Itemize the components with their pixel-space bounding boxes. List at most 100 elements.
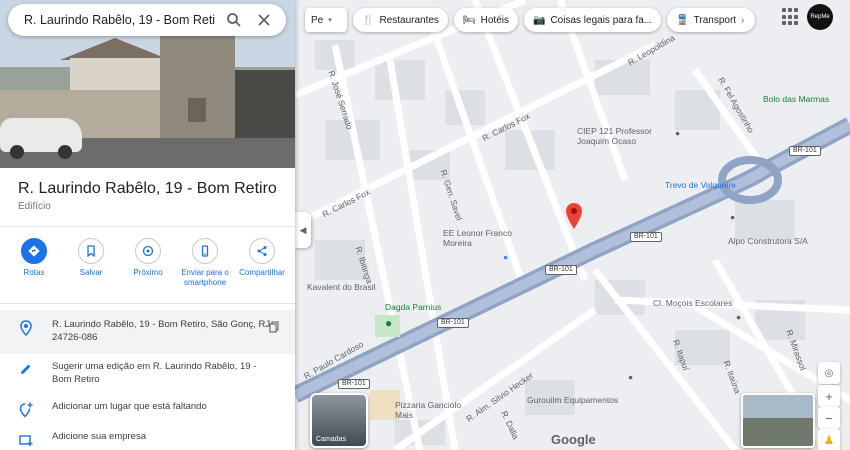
suggest-edit-text: Sugerir uma edição em R. Laurindo Rabêlo… <box>52 361 257 385</box>
add-business-text: Adicione sua empresa <box>52 431 146 442</box>
poi-label[interactable]: Dagda Parnius <box>385 302 441 312</box>
add-business-icon <box>0 430 52 446</box>
fork-knife-icon: 🍴 <box>362 14 375 26</box>
pencil-icon <box>0 360 52 376</box>
shop-icon[interactable]: ● <box>628 372 633 382</box>
poi-label[interactable]: Trevo de Valqueire <box>665 180 755 190</box>
save-label: Salvar <box>79 268 103 277</box>
train-icon: 🚆 <box>676 14 689 26</box>
camera-icon: 📷 <box>533 14 546 26</box>
place-category: Edifício <box>18 201 51 212</box>
layers-button[interactable]: Camadas <box>310 393 368 448</box>
poi-label[interactable]: CIEP 121 Professor Joaquim Ocaso <box>577 126 672 146</box>
poi-label[interactable]: Cl. Moçois Escolares <box>653 298 732 308</box>
share-label: Compartilhar <box>239 268 285 277</box>
directions-button[interactable]: Rotas <box>8 238 60 288</box>
photo-roof <box>60 38 170 60</box>
my-location-button[interactable]: ◎ <box>818 362 840 384</box>
road-shield: BR-101 <box>630 232 662 242</box>
chip-transport[interactable]: 🚆 Transport › <box>667 8 756 32</box>
close-icon[interactable] <box>252 8 276 32</box>
photo-car-wheel <box>58 145 72 159</box>
collapse-panel-button[interactable]: ◀ <box>295 212 311 248</box>
pegman-icon: ♟ <box>823 433 835 447</box>
road-shield: BR-101 <box>789 146 821 156</box>
photo-car <box>0 118 82 159</box>
share-button[interactable]: Compartilhar <box>236 238 288 288</box>
add-place-row[interactable]: Adicionar um lugar que está faltando <box>0 400 295 418</box>
chip-transport-label: Transport <box>693 14 737 26</box>
pegman-button[interactable]: ♟ <box>818 429 840 450</box>
divider <box>0 226 295 227</box>
poi-icon[interactable]: ● <box>736 312 741 322</box>
send-to-phone-label: Enviar para o smartphone <box>181 268 229 287</box>
chip-hotels-label: Hotéis <box>480 14 509 26</box>
nearby-icon <box>135 238 161 264</box>
street-view-thumbnail[interactable] <box>741 393 815 448</box>
poi-label[interactable]: Pizzaria Ganciolo Mais <box>395 400 465 420</box>
bookmark-icon <box>78 238 104 264</box>
chevron-right-icon[interactable]: › <box>741 15 744 26</box>
address-text: R. Laurindo Rabêlo, 19 - Bom Retiro, São… <box>52 319 273 343</box>
road-shield: BR-101 <box>437 318 469 328</box>
divider <box>0 303 295 304</box>
directions-icon <box>21 238 47 264</box>
directions-label: Rotas <box>23 268 45 277</box>
save-button[interactable]: Salvar <box>65 238 117 288</box>
school-icon[interactable]: ● <box>675 128 680 138</box>
search-icon[interactable] <box>222 8 246 32</box>
place-panel: R. Laurindo Rabêlo, 19 - Bom Retiro R. L… <box>0 0 295 450</box>
chip-things-to-do-label: Coisas legais para fa... <box>550 14 653 26</box>
share-icon <box>249 238 275 264</box>
business-icon[interactable]: ● <box>730 212 735 222</box>
chip-filter-label: Pe <box>311 14 324 26</box>
road-shield: BR-101 <box>338 379 370 389</box>
crosshair-icon: ◎ <box>824 367 834 379</box>
account-avatar[interactable]: RepMe <box>807 4 833 30</box>
zoom-out-button[interactable]: − <box>818 407 840 429</box>
chevron-left-icon: ◀ <box>299 224 307 235</box>
action-bar: Rotas Salvar Próximo Enviar para o smart… <box>8 238 288 288</box>
layers-label: Camadas <box>316 436 346 443</box>
chip-restaurants-label: Restaurantes <box>379 14 439 26</box>
zoom-in-button[interactable]: + <box>818 385 840 407</box>
suggest-edit-row[interactable]: Sugerir uma edição em R. Laurindo Rabêlo… <box>0 360 295 386</box>
chip-hotels[interactable]: 🛏 Hotéis <box>453 8 518 32</box>
add-location-icon <box>0 400 52 418</box>
chip-filter[interactable]: Pe ▾ <box>305 8 347 32</box>
poi-label[interactable]: Kavalent do Brasil <box>307 282 376 292</box>
send-to-phone-icon <box>192 238 218 264</box>
chip-things-to-do[interactable]: 📷 Coisas legais para fa... <box>524 8 662 32</box>
add-business-row[interactable]: Adicione sua empresa <box>0 430 295 446</box>
minus-icon: − <box>825 410 833 426</box>
place-title: R. Laurindo Rabêlo, 19 - Bom Retiro <box>18 180 277 197</box>
chevron-down-icon: ▾ <box>328 17 332 24</box>
poi-label[interactable]: Gurouilm Equipamentos <box>527 395 618 405</box>
category-chips: Pe ▾ 🍴 Restaurantes 🛏 Hotéis 📷 Coisas le… <box>305 8 756 32</box>
poi-label[interactable]: Bolo das Marmas <box>763 94 829 104</box>
google-logo: Google <box>551 432 596 447</box>
location-pin-icon <box>0 318 52 336</box>
photo-gate <box>235 70 295 140</box>
copy-icon[interactable] <box>269 320 279 338</box>
chip-restaurants[interactable]: 🍴 Restaurantes <box>353 8 448 32</box>
nearby-button[interactable]: Próximo <box>122 238 174 288</box>
photo-door <box>188 98 206 122</box>
poi-label[interactable]: EE Leonor Franco Moreira <box>443 228 513 248</box>
apps-grid-icon[interactable] <box>782 8 800 26</box>
search-box[interactable]: R. Laurindo Rabêlo, 19 - Bom Retiro <box>8 4 286 36</box>
poi-label[interactable]: Alpo Construtora S/A <box>728 236 808 246</box>
search-input[interactable]: R. Laurindo Rabêlo, 19 - Bom Retiro <box>24 13 216 27</box>
address-row[interactable]: R. Laurindo Rabêlo, 19 - Bom Retiro, São… <box>0 310 295 354</box>
park-icon[interactable]: ● <box>385 316 392 330</box>
photo-building <box>160 36 235 142</box>
photo-car-wheel <box>10 145 24 159</box>
bed-icon: 🛏 <box>462 14 476 26</box>
plus-icon: + <box>825 388 833 404</box>
road-shield: BR-101 <box>545 265 577 275</box>
map-canvas[interactable]: Pe ▾ 🍴 Restaurantes 🛏 Hotéis 📷 Coisas le… <box>295 0 850 450</box>
school-icon[interactable]: ● <box>503 252 508 262</box>
send-to-phone-button[interactable]: Enviar para o smartphone <box>179 238 231 288</box>
nearby-label: Próximo <box>133 268 163 277</box>
location-marker-icon[interactable] <box>566 203 582 229</box>
